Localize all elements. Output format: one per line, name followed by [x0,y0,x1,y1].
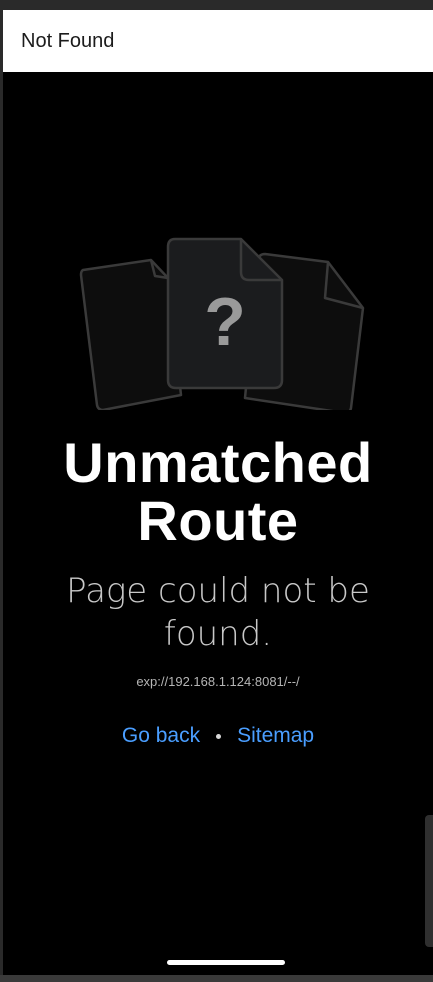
home-indicator[interactable] [167,960,285,965]
bottom-bezel [0,975,433,982]
page-subtitle: Page could not be found. [43,570,393,656]
scroll-handle[interactable] [425,815,433,947]
separator-dot [216,733,222,739]
page-subtitle-line1: Page could not be [66,571,370,611]
device-frame: Not Found ? Unmatched Route Page could n… [0,0,433,982]
page-subtitle-line2: found. [163,614,273,654]
page-title-line1: Unmatched [63,431,373,494]
app-screen: Not Found ? Unmatched Route Page could n… [3,10,433,975]
document-left-icon [79,258,183,410]
sitemap-link[interactable]: Sitemap [237,724,314,748]
route-url: exp://192.168.1.124:8081/--/ [136,674,300,689]
page-title: Unmatched Route [3,434,433,550]
app-header: Not Found [3,10,433,72]
go-back-link[interactable]: Go back [122,724,200,748]
not-found-illustration: ? [79,237,365,410]
header-title: Not Found [21,29,115,52]
page-title-line2: Route [137,489,299,552]
question-mark-glyph: ? [204,284,246,360]
document-question-icon: ? [166,237,284,390]
navigation-links: Go back Sitemap [3,724,433,748]
